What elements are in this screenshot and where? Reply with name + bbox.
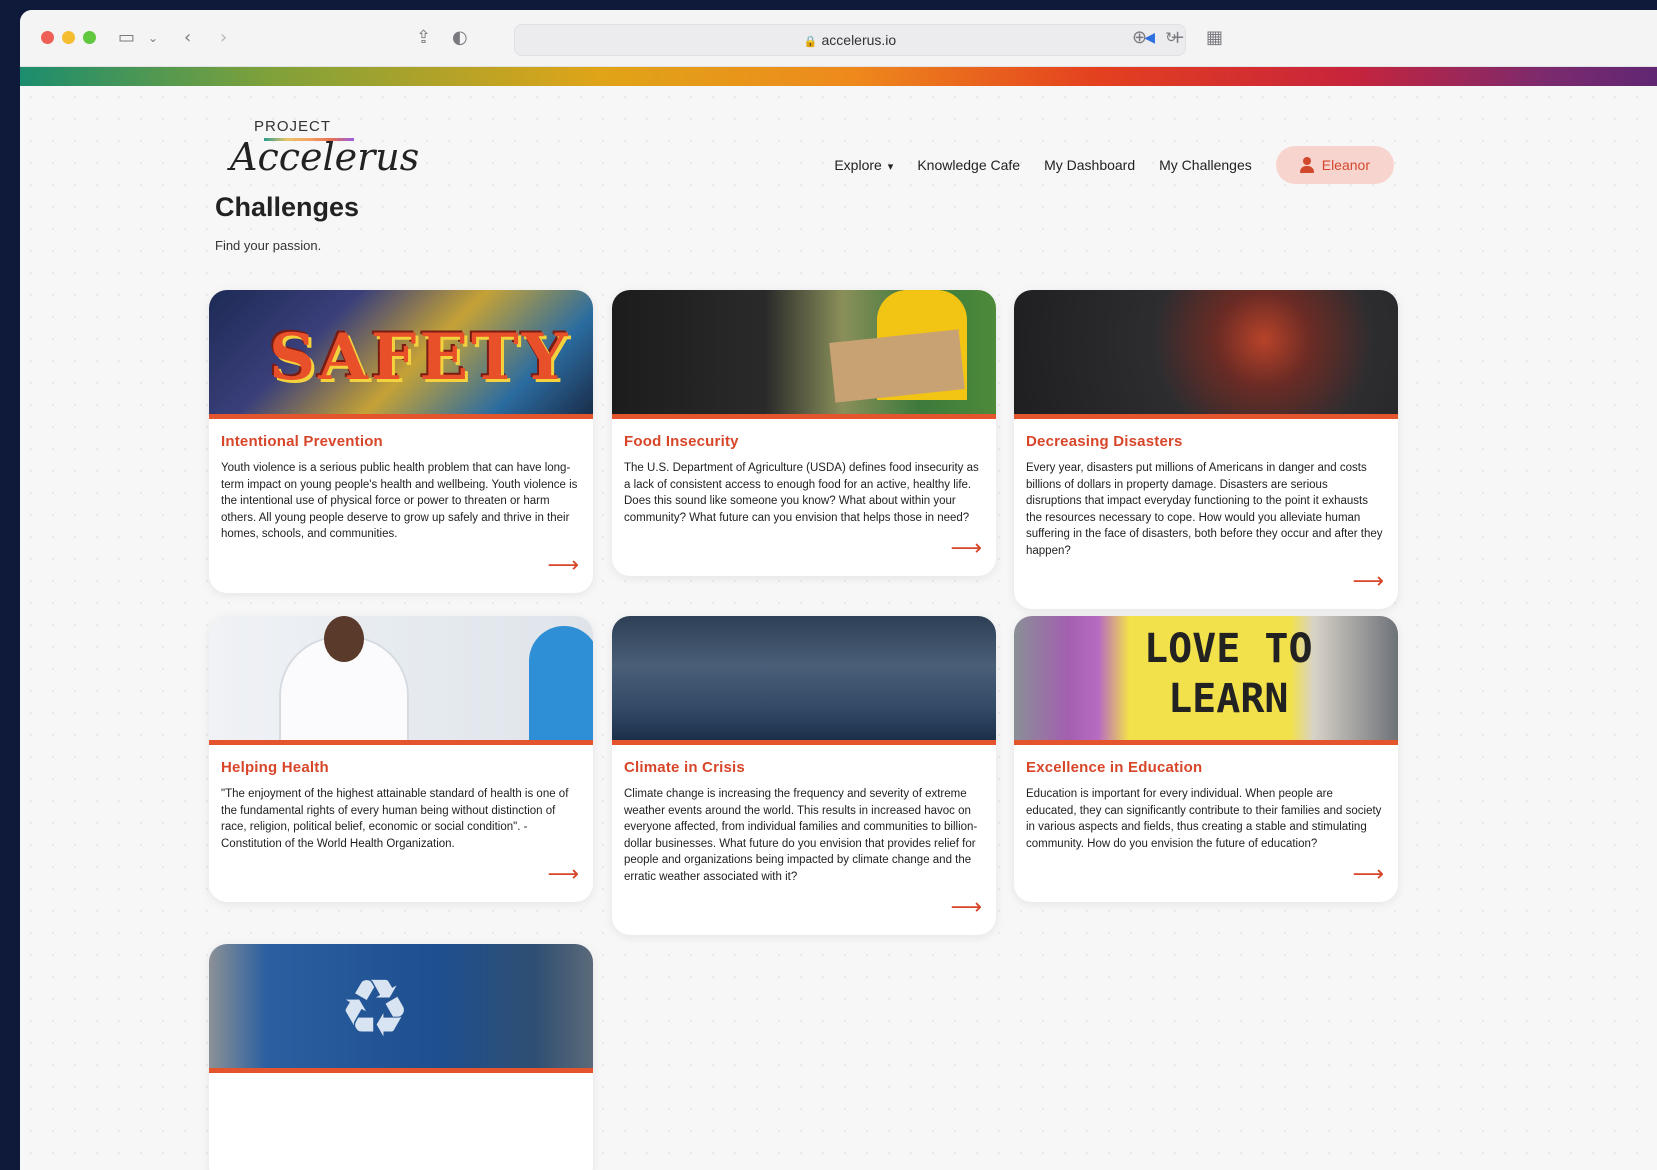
user-icon	[1299, 157, 1314, 173]
card-title: Intentional Prevention	[221, 433, 383, 450]
page-subtitle: Find your passion.	[215, 238, 322, 253]
tab-overview-icon[interactable]: ▦	[1206, 24, 1223, 52]
browser-toolbar: ▭ ⌄ ‹ › ⇪ ◐ 🔒 accelerus.io ◀ ↻ ⊕ + ▦	[20, 10, 1657, 67]
forward-icon[interactable]: ›	[220, 24, 227, 52]
back-icon[interactable]: ‹	[184, 24, 191, 52]
download-icon[interactable]: ⊕	[1132, 24, 1147, 52]
challenge-card-helping-health[interactable]: Helping Health "The enjoyment of the hig…	[209, 616, 593, 902]
arrow-right-icon[interactable]: ⟶	[221, 864, 579, 886]
sidebar-toggle-icon[interactable]: ▭	[118, 24, 135, 52]
card-title: Helping Health	[221, 759, 329, 776]
card-description: Youth violence is a serious public healt…	[221, 462, 578, 540]
page-content: PROJECT Accelerus Explore ▾ Knowledge Caf…	[20, 86, 1657, 1170]
love-to-learn-image: LOVE TO LEARN	[1014, 616, 1398, 745]
url-text: accelerus.io	[821, 32, 897, 48]
card-title: Excellence in Education	[1026, 759, 1203, 776]
card-title: Decreasing Disasters	[1026, 433, 1183, 450]
recycling-bin-image: ♻	[209, 944, 593, 1073]
nav-knowledge-cafe[interactable]: Knowledge Cafe	[917, 157, 1020, 173]
zoom-window-button[interactable]	[83, 31, 96, 44]
minimize-window-button[interactable]	[62, 31, 75, 44]
browser-window: ▭ ⌄ ‹ › ⇪ ◐ 🔒 accelerus.io ◀ ↻ ⊕ + ▦ PROJ…	[20, 10, 1657, 1170]
nav-my-dashboard[interactable]: My Dashboard	[1044, 157, 1135, 173]
chevron-down-icon[interactable]: ⌄	[148, 24, 158, 52]
nav-explore[interactable]: Explore ▾	[834, 157, 893, 173]
share-icon[interactable]: ⇪	[416, 24, 431, 52]
project-accelerus-logo[interactable]: PROJECT Accelerus	[230, 118, 420, 179]
card-title: Food Insecurity	[624, 433, 739, 450]
card-description: The U.S. Department of Agriculture (USDA…	[624, 462, 979, 524]
challenge-card-climate-in-crisis[interactable]: Climate in Crisis Climate change is incr…	[612, 616, 996, 935]
logo-color-bar	[264, 138, 354, 141]
safety-graffiti-image: SAFETY	[209, 290, 593, 419]
challenge-card-decreasing-disasters[interactable]: Decreasing Disasters Every year, disaste…	[1014, 290, 1398, 609]
chevron-down-icon: ▾	[887, 160, 894, 173]
card-description: Every year, disasters put millions of Am…	[1026, 462, 1383, 557]
doctor-patient-image	[209, 616, 593, 745]
arrow-right-icon[interactable]: ⟶	[624, 538, 982, 560]
nav-my-challenges[interactable]: My Challenges	[1159, 157, 1252, 173]
recycle-icon: ♻	[339, 962, 411, 1055]
address-bar[interactable]: 🔒 accelerus.io ◀ ↻	[514, 24, 1186, 56]
card-description: Climate change is increasing the frequen…	[624, 788, 978, 883]
challenge-card-food-insecurity[interactable]: Food Insecurity The U.S. Department of A…	[612, 290, 996, 576]
arrow-right-icon[interactable]: ⟶	[221, 554, 579, 577]
lock-icon: 🔒	[803, 35, 818, 48]
user-name: Eleanor	[1321, 157, 1370, 173]
card-description: "The enjoyment of the highest attainable…	[221, 788, 569, 850]
arrow-right-icon[interactable]: ⟶	[624, 897, 982, 919]
challenge-card-excellence-in-education[interactable]: LOVE TO LEARN Excellence in Education Ed…	[1014, 616, 1398, 902]
close-window-button[interactable]	[41, 31, 54, 44]
challenge-card-recycling[interactable]: ♻	[209, 944, 593, 1170]
privacy-shield-icon[interactable]: ◐	[452, 24, 468, 52]
brand-rainbow-bar	[20, 67, 1657, 87]
lava-flow-image	[1014, 290, 1398, 419]
card-title: Climate in Crisis	[624, 759, 745, 776]
main-nav: Explore ▾ Knowledge Cafe My Dashboard My …	[810, 146, 1394, 184]
challenge-card-intentional-prevention[interactable]: SAFETY Intentional Prevention Youth viol…	[209, 290, 593, 593]
storm-clouds-image	[612, 616, 996, 745]
logo-name-text: Accelerus	[230, 135, 420, 179]
food-donation-image	[612, 290, 996, 419]
page-title: Challenges	[215, 192, 360, 222]
logo-top-text: PROJECT	[254, 118, 332, 135]
arrow-right-icon[interactable]: ⟶	[1026, 864, 1384, 886]
new-tab-icon[interactable]: +	[1170, 24, 1185, 52]
card-description: Education is important for every individ…	[1026, 788, 1382, 850]
user-menu-button[interactable]: Eleanor	[1275, 146, 1394, 184]
arrow-right-icon[interactable]: ⟶	[1026, 571, 1384, 593]
